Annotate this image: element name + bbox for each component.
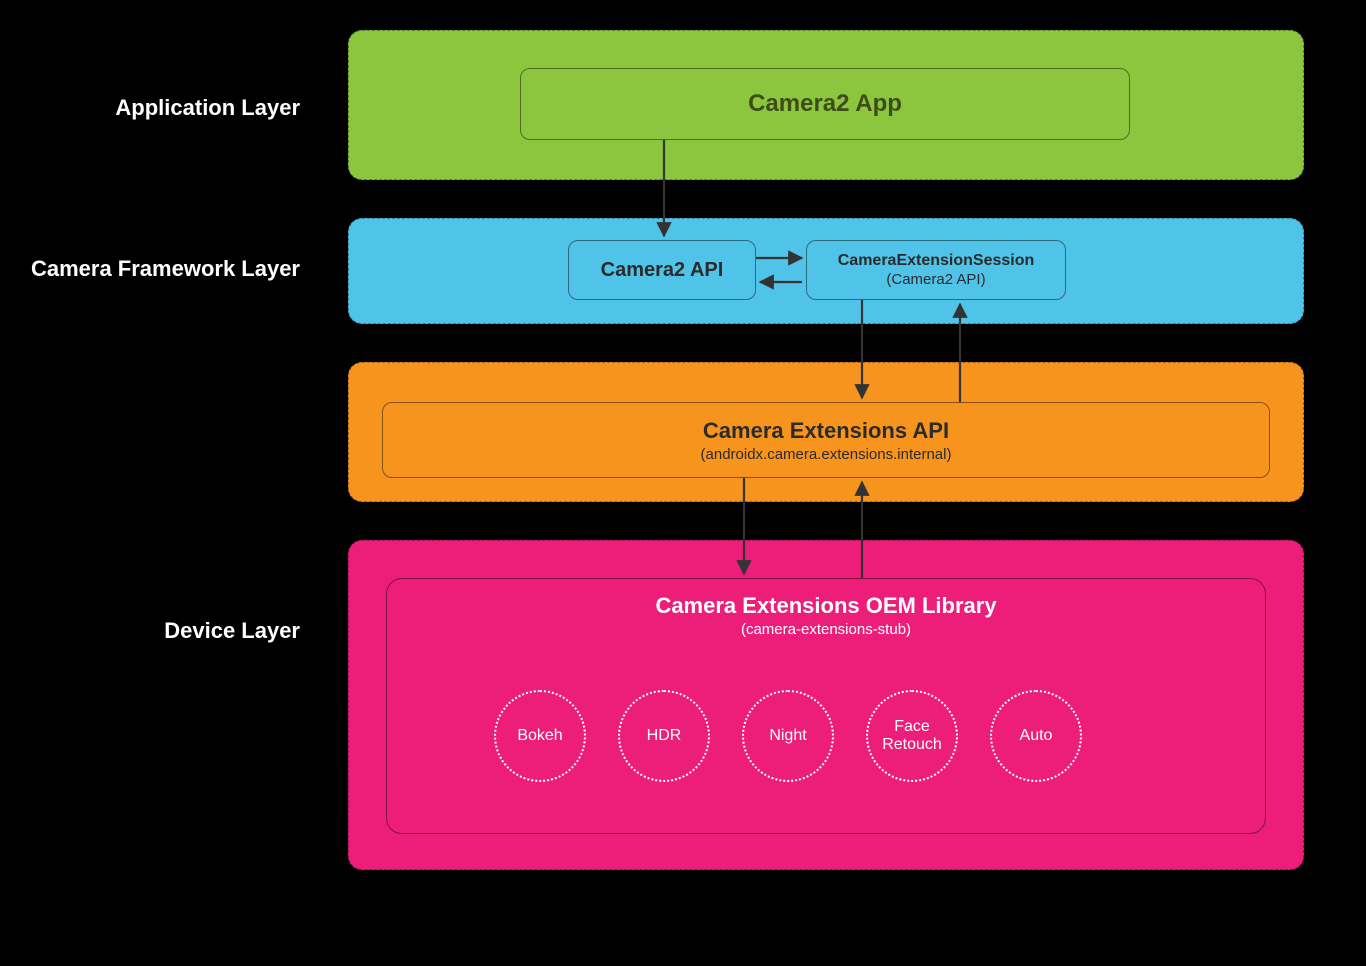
camera2-app-title: Camera2 App [748, 90, 902, 118]
feature-hdr: HDR [618, 690, 710, 782]
camera-extension-session-line1: CameraExtensionSession [838, 252, 1035, 270]
camera-extensions-api-box: Camera Extensions API (androidx.camera.e… [382, 402, 1270, 478]
camera2-api-box: Camera2 API [568, 240, 756, 300]
feature-face-retouch: Face Retouch [866, 690, 958, 782]
camera2-app-box: Camera2 App [520, 68, 1130, 140]
camera-extensions-api-title: Camera Extensions API [703, 418, 949, 444]
label-device-layer: Device Layer [20, 618, 300, 644]
oem-library-title: Camera Extensions OEM Library [655, 593, 996, 619]
feature-night: Night [742, 690, 834, 782]
feature-auto: Auto [990, 690, 1082, 782]
label-framework-layer: Camera Framework Layer [20, 256, 300, 282]
camera-extension-session-line2: (Camera2 API) [886, 271, 985, 288]
oem-library-sub: (camera-extensions-stub) [741, 621, 911, 638]
label-application-layer: Application Layer [20, 95, 300, 121]
camera-extension-session-box: CameraExtensionSession (Camera2 API) [806, 240, 1066, 300]
camera-extensions-api-sub: (androidx.camera.extensions.internal) [701, 446, 952, 463]
camera2-api-label: Camera2 API [601, 259, 724, 282]
feature-bokeh: Bokeh [494, 690, 586, 782]
